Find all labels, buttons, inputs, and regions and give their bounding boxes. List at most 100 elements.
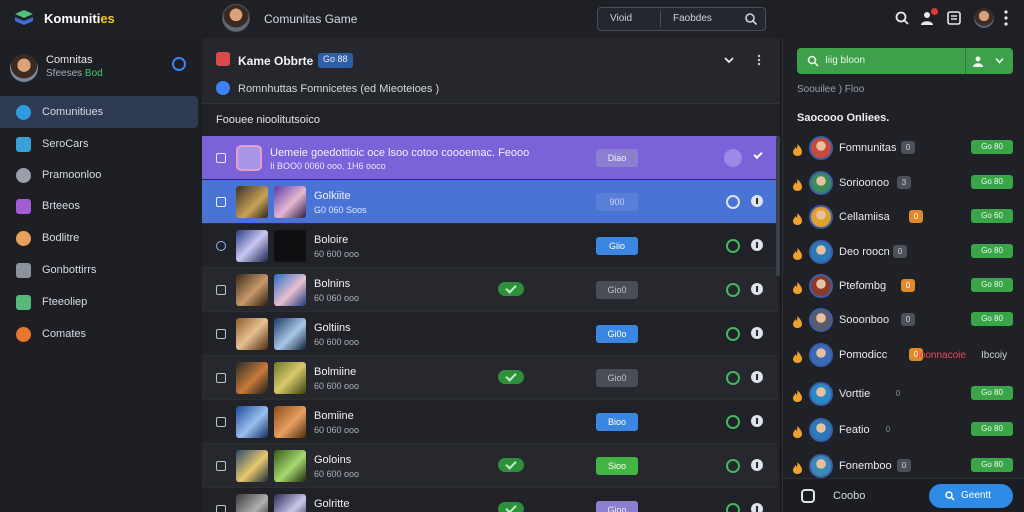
friend-item[interactable]: Deo roocn 0 Go 80 [791,238,1019,272]
friend-avatar[interactable] [809,343,833,367]
friend-item[interactable]: Fomnunitas 0 Go 80 [791,134,1019,168]
friend-search[interactable]: Iiig bloon [797,48,1013,74]
sidebar-item-communities[interactable]: Comunitiues [0,96,198,128]
global-search-icon[interactable] [894,10,910,26]
row-status-pill[interactable]: Diao [596,149,638,167]
friend-join-button[interactable]: Go 80 [971,175,1013,189]
list-item[interactable]: Boloire 60 600 ooo Giio [202,224,778,268]
row-checkbox[interactable] [216,153,226,163]
row-radio[interactable] [216,241,226,251]
online-ring-icon[interactable] [726,459,740,473]
row-checkbox[interactable] [216,197,226,207]
friend-avatar[interactable] [809,454,833,478]
info-icon[interactable] [751,327,763,339]
info-icon[interactable] [751,195,763,207]
info-icon[interactable] [751,283,763,295]
search-input[interactable]: Iiig bloon [825,55,865,66]
info-icon[interactable] [751,459,763,471]
list-item[interactable]: Uemeie goedottioic oce lsoo cotoo coooem… [202,136,778,180]
friend-join-button[interactable]: Go 80 [971,386,1013,400]
view-toggle-right[interactable]: Faobdes [673,13,712,24]
profile-avatar[interactable] [974,8,994,28]
online-ring-icon[interactable] [726,239,740,253]
list-item[interactable]: Goloins 60 600 ooo Sioo [202,444,778,488]
row-status-pill[interactable]: Gio0 [596,281,638,299]
friend-join-button[interactable]: Go 80 [971,278,1013,292]
sidebar-item-promotion[interactable]: Pramoonloo [0,159,198,191]
online-ring-icon[interactable] [726,503,740,512]
friend-join-button[interactable]: Go 80 [971,244,1013,258]
info-icon[interactable] [751,371,763,383]
row-checkbox[interactable] [216,461,226,471]
list-item[interactable]: Golritte Gioo [202,488,778,512]
friend-item[interactable]: Featio 0 Go 80 [791,416,1019,450]
view-toggle[interactable]: Vioid Faobdes [597,7,766,31]
friend-join-button[interactable]: Go 80 [971,458,1013,472]
friend-avatar[interactable] [809,382,833,406]
breadcrumb[interactable]: Soouilee ) Floo [797,84,864,95]
friend-item[interactable]: Vorttie 0 Go 80 [791,380,1019,414]
friend-avatar[interactable] [809,308,833,332]
row-status-pill[interactable]: Sioo [596,457,638,475]
list-scrollbar[interactable] [776,136,780,276]
view-toggle-left[interactable]: Vioid [610,13,632,24]
status-ring-icon[interactable] [726,195,740,209]
sidebar-item-photos[interactable]: Fteeoliep [0,286,198,318]
row-status-pill[interactable]: Gio0 [596,369,638,387]
row-status-pill[interactable]: Bioo [596,413,638,431]
info-icon[interactable] [751,503,763,512]
search-icon[interactable] [744,12,758,26]
friend-join-button[interactable]: Go 80 [971,312,1013,326]
game-avatar[interactable] [222,4,250,32]
sidebar-item-servers[interactable]: SeroCars [0,128,198,160]
row-status-pill[interactable]: Gioo [596,501,638,512]
online-ring-icon[interactable] [726,283,740,297]
chat-icon[interactable] [946,10,962,26]
more-icon[interactable] [757,54,761,66]
friend-avatar[interactable] [809,171,833,195]
row-checkbox[interactable] [216,285,226,295]
online-ring-icon[interactable] [726,327,740,341]
check-icon[interactable] [753,149,763,160]
sidebar-item-streams[interactable]: Brteeos [0,190,198,222]
friend-item[interactable]: Cellamiisa 0 Go 60 [791,203,1019,237]
friend-avatar[interactable] [809,418,833,442]
row-checkbox[interactable] [216,417,226,427]
settings-icon[interactable] [801,489,815,503]
info-icon[interactable] [751,239,763,251]
footer-action-button[interactable]: Geentt [929,484,1013,508]
friend-join-button[interactable]: Go 80 [971,422,1013,436]
user-avatar[interactable] [10,54,38,82]
sidebar-item-friends[interactable]: Comates [0,318,198,350]
row-checkbox[interactable] [216,329,226,339]
friend-item[interactable]: Sorioonoo 3 Go 80 [791,169,1019,203]
chevron-down-icon[interactable] [995,57,1004,64]
row-status-pill[interactable]: 900 [596,193,638,211]
list-item[interactable]: Bolnins 60 060 ooo Gio0 [202,268,778,312]
online-ring-icon[interactable] [726,371,740,385]
sidebar-item-profile[interactable]: Bodlitre [0,222,198,254]
add-friend-icon[interactable] [973,55,985,67]
row-checkbox[interactable] [216,373,226,383]
friend-item[interactable]: Sooonboo 0 Go 80 [791,306,1019,340]
friend-avatar[interactable] [809,136,833,160]
row-status-pill[interactable]: Gi0o [596,325,638,343]
row-status-pill[interactable]: Giio [596,237,638,255]
chevron-down-icon[interactable] [724,56,734,64]
sidebar-item-controllers[interactable]: Gonbottirrs [0,254,198,286]
friend-join-button[interactable]: Go 80 [971,140,1013,154]
friend-avatar[interactable] [809,274,833,298]
list-item[interactable]: Bomiine 60 060 ooo Bioo [202,400,778,444]
play-icon[interactable] [724,149,742,167]
list-item[interactable]: Bolmiine 60 600 ooo Gio0 [202,356,778,400]
friend-item[interactable]: Ptefombg 0 Go 80 [791,272,1019,306]
friend-avatar[interactable] [809,205,833,229]
row-checkbox[interactable] [216,505,226,512]
info-icon[interactable] [751,415,763,427]
list-item[interactable]: Golkiite G0 060 Soos 900 [202,180,778,224]
friend-item[interactable]: Pomodicc 0 Ioonnacoie Ibcoiy [791,341,1019,375]
online-ring-icon[interactable] [726,415,740,429]
friend-avatar[interactable] [809,240,833,264]
list-item[interactable]: Goltiins 60 600 ooo Gi0o [202,312,778,356]
friend-join-button[interactable]: Go 60 [971,209,1013,223]
